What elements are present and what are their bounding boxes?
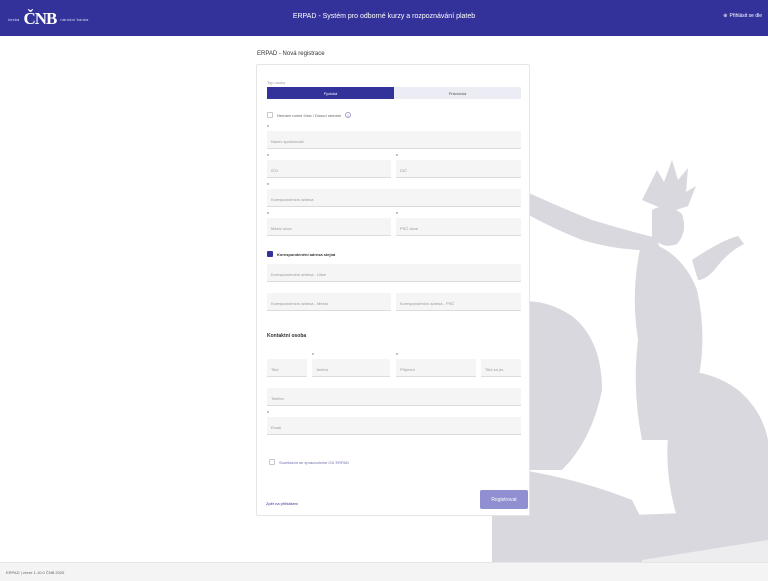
email-placeholder: Email <box>271 425 282 430</box>
language-label: Přihlásit se dle <box>729 13 762 19</box>
correspondence-same-checkbox[interactable] <box>267 251 273 257</box>
address-field[interactable]: Korespondenční adresa <box>267 189 521 207</box>
corr-zip-placeholder: Korespondenční adresa - PSČ <box>400 301 455 306</box>
gdpr-consent-option[interactable]: Souhlasím se zpracováním OÚ ERPAD <box>269 459 349 465</box>
app-title: ERPAD - Systém pro odborné kurzy a rozpo… <box>292 13 476 20</box>
person-type-legal[interactable]: Právnická <box>394 87 521 99</box>
top-bar: česká ČNB národní banka ERPAD - Systém p… <box>0 0 768 36</box>
zip-field[interactable]: PSČ obce <box>396 218 521 236</box>
dic-field[interactable]: DIČ <box>396 160 521 178</box>
page-title: ERPAD - Nová registrace <box>257 51 325 57</box>
person-type-toggle[interactable]: Fyzická Právnická <box>267 87 521 99</box>
ico-field[interactable]: IČO <box>267 160 391 178</box>
footer-bar: ERPAD | verze 1.10.0 ČNB 2025 <box>0 562 768 581</box>
register-button[interactable]: Registrovat <box>480 490 528 509</box>
ico-placeholder: IČO <box>271 168 279 173</box>
info-icon[interactable]: i <box>345 112 352 118</box>
title-after-field[interactable]: Titul za jm. <box>481 359 521 377</box>
corr-street-placeholder: Korespondenční adresa - Ulice <box>271 272 326 277</box>
last-name-field[interactable]: Příjmení <box>396 359 476 377</box>
phone-field[interactable]: Telefon <box>267 388 521 406</box>
person-type-natural[interactable]: Fyzická <box>267 87 394 99</box>
company-name-placeholder: Název společnosti <box>271 139 304 144</box>
last-name-placeholder: Příjmení <box>400 367 415 372</box>
corr-street-field[interactable]: Korespondenční adresa - Ulice <box>267 264 521 282</box>
title-before-field[interactable]: Titul <box>267 359 307 377</box>
city-field[interactable]: Město obce <box>267 218 391 236</box>
statue-background-image <box>492 160 768 581</box>
corr-city-placeholder: Korespondenční adresa - Město <box>271 301 328 306</box>
corr-city-field[interactable]: Korespondenční adresa - Město <box>267 293 391 311</box>
company-name-field[interactable]: Název společnosti <box>267 131 521 149</box>
title-before-placeholder: Titul <box>271 367 279 372</box>
corr-zip-field[interactable]: Korespondenční adresa - PSČ <box>396 293 521 311</box>
person-type-label: Typ osoby <box>267 80 286 85</box>
correspondence-same-label: Korespondenční adresa stejná <box>277 251 336 257</box>
dic-placeholder: DIČ <box>400 168 407 173</box>
title-after-placeholder: Titul za jm. <box>485 367 505 372</box>
phone-placeholder: Telefon <box>271 396 284 401</box>
first-name-placeholder: Jméno <box>316 367 329 372</box>
language-switch[interactable]: ⊕ Přihlásit se dle <box>723 13 762 19</box>
email-field[interactable]: Email <box>267 417 521 435</box>
contact-person-heading: Kontaktní osoba <box>267 333 307 339</box>
city-placeholder: Město obce <box>271 226 292 231</box>
gdpr-consent-checkbox[interactable] <box>269 459 275 465</box>
no-personal-id-option[interactable]: Nemám rodné číslo / Dosud nemám i <box>267 112 352 118</box>
no-personal-id-checkbox[interactable] <box>267 112 273 118</box>
address-placeholder: Korespondenční adresa <box>271 197 314 202</box>
no-personal-id-label: Nemám rodné číslo / Dosud nemám <box>277 112 342 118</box>
globe-icon: ⊕ <box>723 13 728 19</box>
first-name-field[interactable]: Jméno <box>312 359 390 377</box>
correspondence-same-option[interactable]: Korespondenční adresa stejná <box>267 251 335 257</box>
zip-placeholder: PSČ obce <box>400 226 419 231</box>
gdpr-consent-label: Souhlasím se zpracováním OÚ ERPAD <box>279 459 349 465</box>
back-to-login-link[interactable]: Zpět na přihlášení <box>266 501 298 506</box>
version-text: ERPAD | verze 1.10.0 ČNB 2025 <box>6 570 65 575</box>
